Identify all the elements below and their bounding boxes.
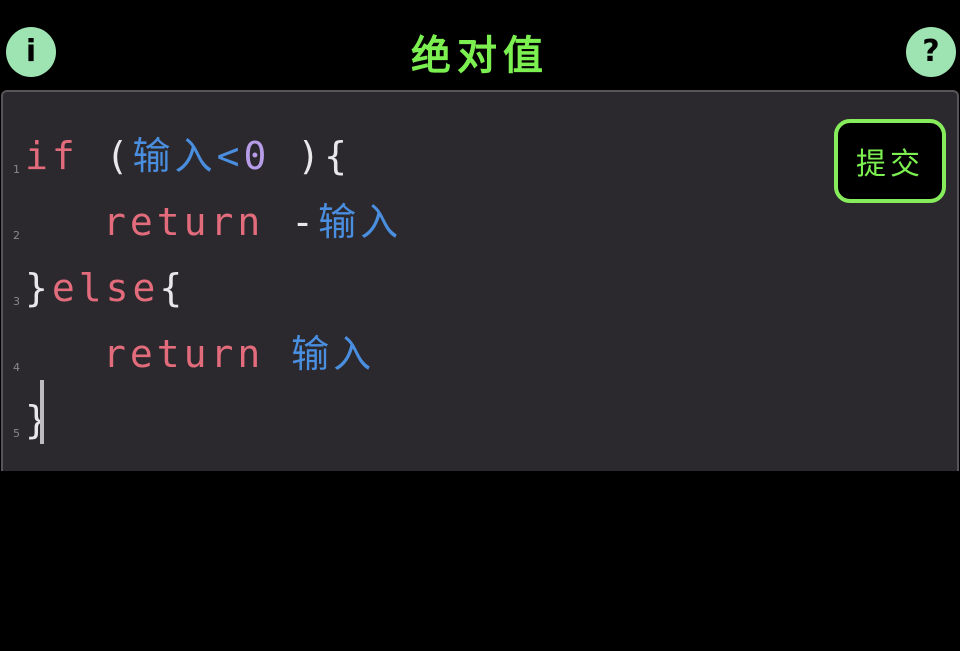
page-title: 绝对值 (411, 33, 549, 79)
code-line-4[interactable]: 4 return 输入 (3, 321, 803, 387)
code-line-5[interactable]: 5 } (3, 387, 803, 453)
number-zero: 0 (243, 134, 271, 178)
line-number: 3 (13, 295, 20, 308)
keyword-else: else (51, 266, 160, 310)
line-number: 1 (13, 163, 20, 176)
keyword-return: return (103, 200, 265, 244)
code-line-2[interactable]: 2 return -输入 (3, 189, 803, 255)
help-glyph: ? (922, 34, 940, 69)
code-line-1[interactable]: 1 if (输入<0 ){ (3, 123, 803, 189)
line-code: return 输入 (25, 321, 375, 387)
paren-close-brace-open: ){ (297, 134, 351, 178)
submit-label: 提交 (856, 147, 924, 182)
variable-input: 输入 (132, 134, 217, 178)
text-cursor (40, 380, 44, 444)
variable-input: 输入 (318, 200, 403, 244)
operator-less-than: < (216, 134, 244, 178)
variable-input: 输入 (291, 332, 376, 376)
keyword-return: return (103, 332, 265, 376)
brace-close: } (25, 266, 52, 310)
line-code: } (25, 387, 52, 453)
keyword-if: if (25, 134, 79, 178)
line-number: 2 (13, 229, 20, 242)
operator-minus: - (291, 200, 319, 244)
line-code: return -输入 (25, 189, 402, 255)
line-code: if (输入<0 ){ (25, 123, 351, 189)
line-code: }else{ (25, 255, 186, 321)
code-editor[interactable]: 1 if (输入<0 ){ 2 return -输入 3 }else{ 4 re… (1, 90, 959, 471)
code-line-3[interactable]: 3 }else{ (3, 255, 803, 321)
top-bar: i 绝对值 ? (0, 0, 960, 90)
brace-close: } (25, 398, 52, 442)
submit-button[interactable]: 提交 (834, 119, 946, 203)
line-number: 4 (13, 361, 20, 374)
brace-open: { (159, 266, 187, 310)
help-icon[interactable]: ? (906, 27, 956, 77)
paren-open: ( (105, 134, 133, 178)
line-number: 5 (13, 427, 20, 440)
